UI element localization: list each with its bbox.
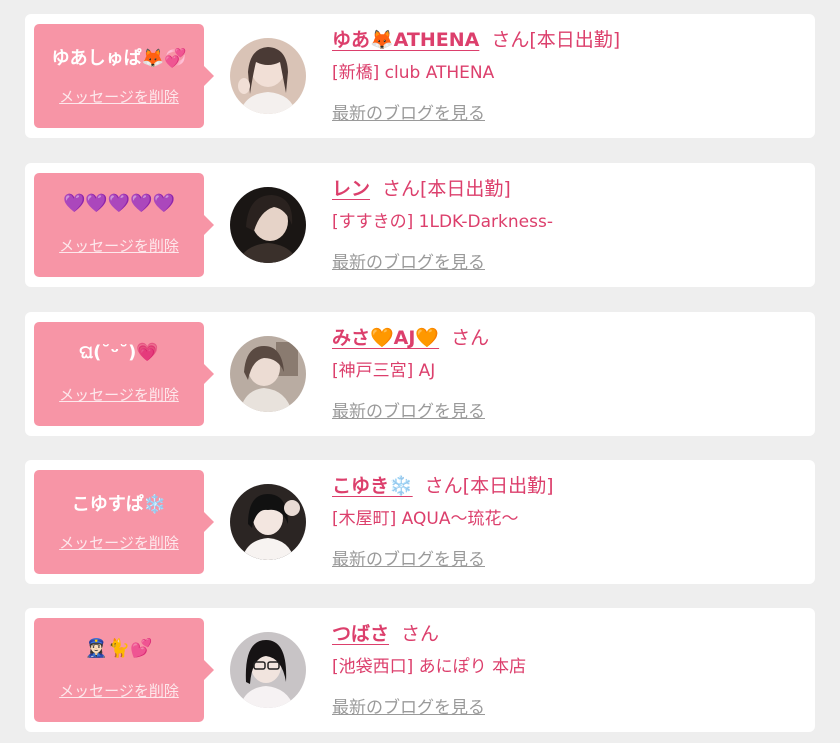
profile-photo-icon[interactable] — [230, 484, 306, 560]
cast-status: さん[本日出勤] — [424, 475, 554, 497]
message-bubble: ゆあしゅぱ🦊💞 メッセージを削除 — [34, 24, 214, 128]
latest-blog-link[interactable]: 最新のブログを見る — [332, 549, 485, 571]
name-row: こゆき❄️ さん[本日出勤] — [332, 474, 554, 498]
message-text: 👮🏻‍♀️🐈💕 — [85, 638, 153, 659]
cast-name-link[interactable]: みさ🧡AJ🧡 — [332, 327, 439, 349]
message-list: ゆあしゅぱ🦊💞 メッセージを削除 ゆあ🦊ATHENA さん[本日出勤] [新橋] … — [0, 0, 840, 743]
message-text: 💜💜💜💜💜 — [62, 193, 176, 214]
cast-name-link[interactable]: ゆあ🦊ATHENA — [332, 29, 479, 51]
message-card: 👮🏻‍♀️🐈💕 メッセージを削除 つばさ さん [池袋西口] あにぽり 本店 最新… — [25, 608, 815, 732]
message-bubble: ଘ(˘ᵕ˘)💗 メッセージを削除 — [34, 322, 214, 426]
delete-message-link[interactable]: メッセージを削除 — [34, 235, 204, 256]
message-text: こゆすぱ❄️ — [71, 494, 167, 515]
profile-photo-icon[interactable] — [230, 38, 306, 114]
name-row: つばさ さん — [332, 622, 439, 646]
cast-name-link[interactable]: つばさ — [332, 623, 389, 645]
delete-message-link[interactable]: メッセージを削除 — [34, 680, 204, 701]
name-row: みさ🧡AJ🧡 さん — [332, 326, 489, 350]
message-text: ଘ(˘ᵕ˘)💗 — [79, 342, 159, 363]
shop-name: [神戸三宮] AJ — [332, 361, 436, 381]
cast-status: さん[本日出勤] — [491, 29, 621, 51]
latest-blog-link[interactable]: 最新のブログを見る — [332, 697, 485, 719]
latest-blog-link[interactable]: 最新のブログを見る — [332, 103, 485, 125]
cast-status: さん — [401, 623, 440, 645]
message-card: 💜💜💜💜💜 メッセージを削除 レン さん[本日出勤] [すすきの] 1LDK-Da… — [25, 163, 815, 287]
delete-message-link[interactable]: メッセージを削除 — [34, 532, 204, 553]
name-row: ゆあ🦊ATHENA さん[本日出勤] — [332, 28, 620, 52]
message-card: ゆあしゅぱ🦊💞 メッセージを削除 ゆあ🦊ATHENA さん[本日出勤] [新橋] … — [25, 14, 815, 138]
cast-status: さん — [451, 327, 490, 349]
message-card: ଘ(˘ᵕ˘)💗 メッセージを削除 みさ🧡AJ🧡 さん [神戸三宮] AJ 最新のブ… — [25, 312, 815, 436]
message-bubble: 💜💜💜💜💜 メッセージを削除 — [34, 173, 214, 277]
profile-photo-icon[interactable] — [230, 336, 306, 412]
name-row: レン さん[本日出勤] — [332, 177, 511, 201]
shop-name: [新橋] club ATHENA — [332, 63, 495, 83]
delete-message-link[interactable]: メッセージを削除 — [34, 86, 204, 107]
delete-message-link[interactable]: メッセージを削除 — [34, 384, 204, 405]
message-text: ゆあしゅぱ🦊💞 — [51, 48, 187, 69]
cast-status: さん[本日出勤] — [382, 178, 511, 200]
message-bubble: こゆすぱ❄️ メッセージを削除 — [34, 470, 214, 574]
profile-photo-icon[interactable] — [230, 187, 306, 263]
shop-name: [木屋町] AQUA～琉花～ — [332, 509, 519, 529]
shop-name: [すすきの] 1LDK-Darkness- — [332, 212, 553, 232]
latest-blog-link[interactable]: 最新のブログを見る — [332, 401, 485, 423]
message-bubble: 👮🏻‍♀️🐈💕 メッセージを削除 — [34, 618, 214, 722]
message-card: こゆすぱ❄️ メッセージを削除 こゆき❄️ さん[本日出勤] [木屋町] AQUA… — [25, 460, 815, 584]
latest-blog-link[interactable]: 最新のブログを見る — [332, 252, 485, 274]
profile-photo-icon[interactable] — [230, 632, 306, 708]
cast-name-link[interactable]: レン — [332, 178, 370, 200]
shop-name: [池袋西口] あにぽり 本店 — [332, 657, 527, 677]
cast-name-link[interactable]: こゆき❄️ — [332, 475, 413, 497]
